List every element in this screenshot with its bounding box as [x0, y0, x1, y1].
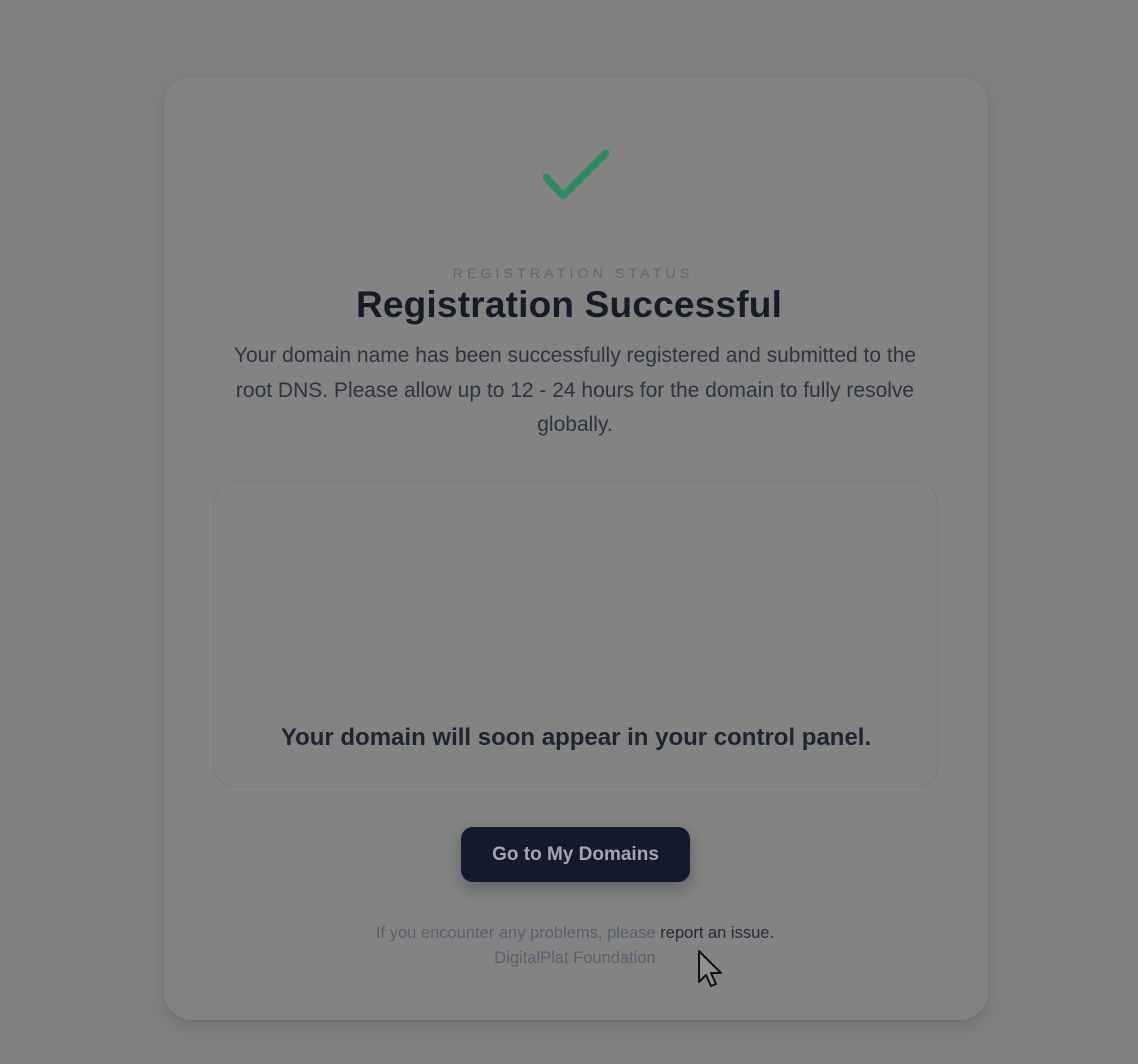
footer-help-suffix: . — [769, 924, 775, 942]
footer-help-prefix: If you encounter any problems, please — [375, 924, 661, 942]
go-to-my-domains-button[interactable]: Go to My Domains — [461, 827, 690, 882]
status-eyebrow: REGISTRATION STATUS — [452, 265, 694, 281]
footer-help-text: If you encounter any problems, please re… — [0, 924, 1138, 943]
info-panel-message: Your domain will soon appear in your con… — [280, 724, 872, 751]
page-title: Registration Successful — [355, 284, 783, 325]
check-icon — [540, 148, 612, 206]
mouse-cursor-icon — [697, 949, 725, 989]
report-issue-link[interactable]: report an issue — [660, 924, 769, 942]
status-description: Your domain name has been successfully r… — [233, 344, 917, 436]
footer-org: DigitalPlat Foundation — [494, 949, 656, 967]
